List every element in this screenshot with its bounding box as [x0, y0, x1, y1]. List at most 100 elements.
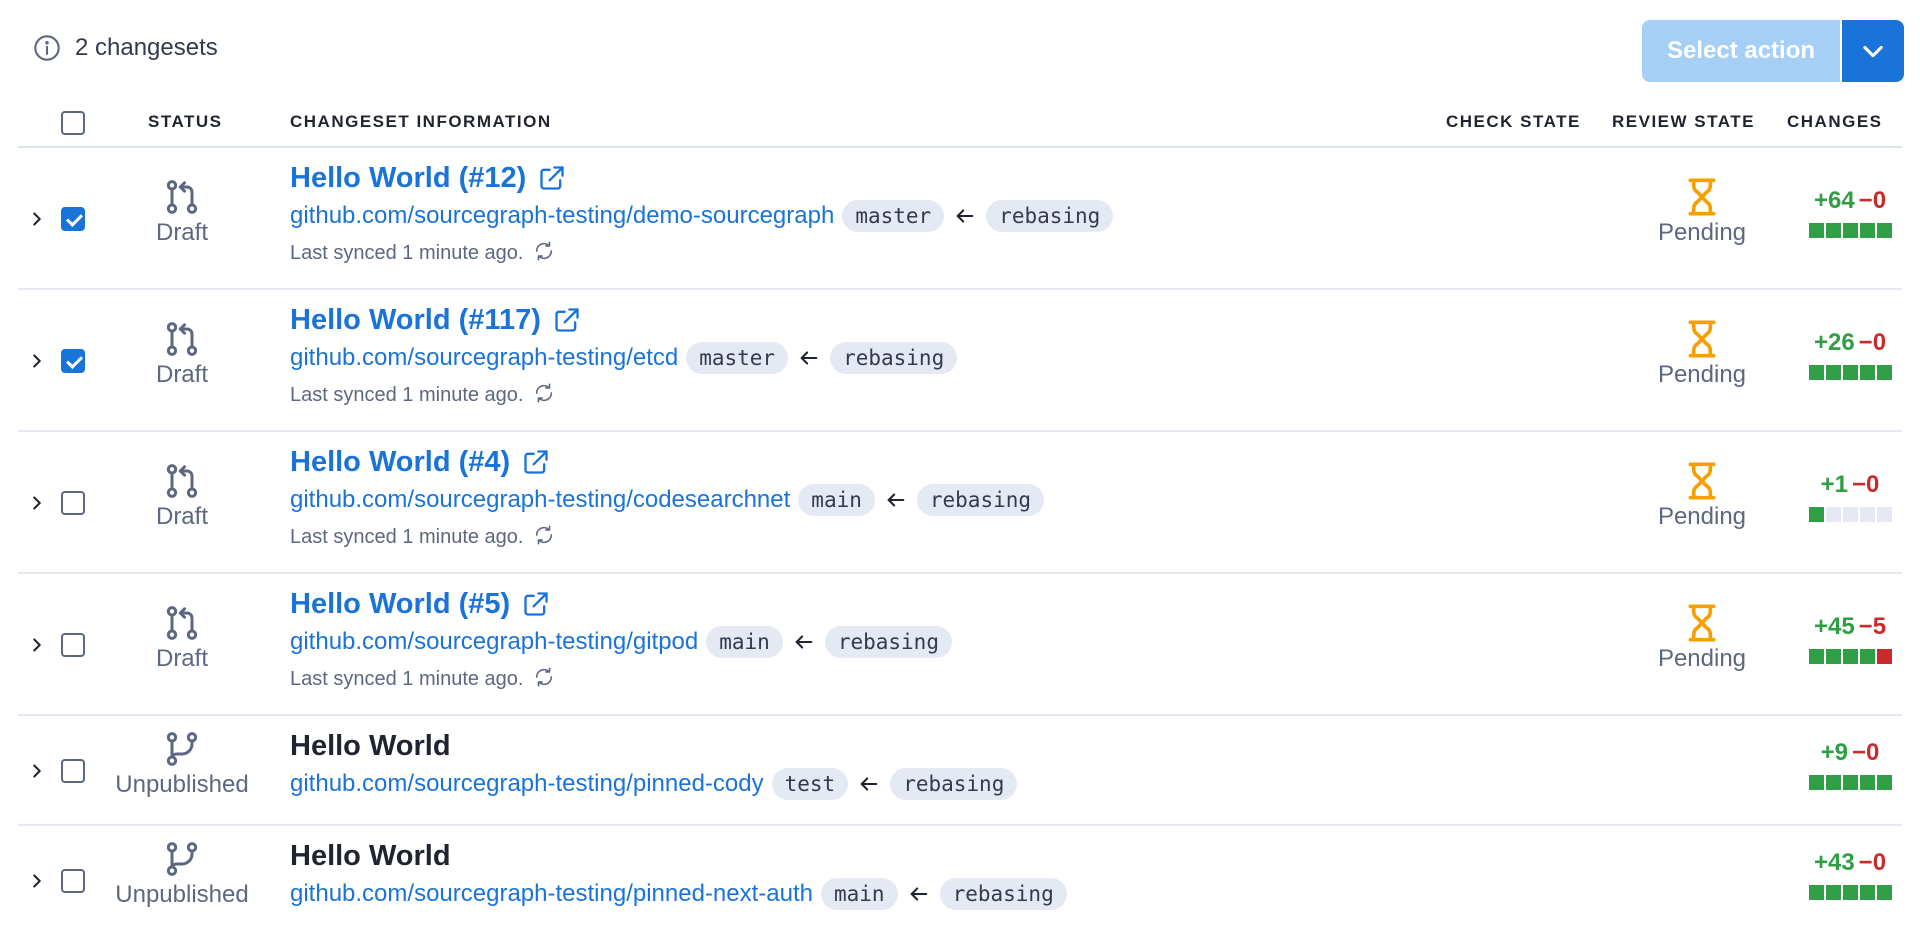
- changeset-title-link[interactable]: Hello World (#4): [290, 446, 510, 479]
- row-select-checkbox[interactable]: [61, 633, 85, 657]
- row-select-checkbox[interactable]: [61, 491, 85, 515]
- diff-stat-block-added: [1842, 365, 1858, 380]
- changeset-title-link[interactable]: Hello World (#117): [290, 304, 541, 337]
- repo-line: github.com/sourcegraph-testing/pinned-ne…: [290, 875, 1067, 913]
- expand-row-toggle[interactable]: [26, 208, 48, 230]
- changes-cell: +45 −5: [1798, 613, 1902, 664]
- expand-row-toggle[interactable]: [26, 634, 48, 656]
- status-label: Draft: [155, 219, 208, 246]
- lines-added: +64: [1813, 187, 1855, 214]
- repository-link[interactable]: github.com/sourcegraph-testing/pinned-co…: [290, 770, 764, 798]
- changeset-info: Hello World (#5) github.com/sourcegraph-t…: [290, 586, 952, 695]
- row-select-checkbox[interactable]: [61, 869, 85, 893]
- row-select-checkbox[interactable]: [61, 759, 85, 783]
- lines-removed: −0: [1858, 849, 1887, 876]
- repo-line: github.com/sourcegraph-testing/pinned-co…: [290, 765, 1018, 803]
- expand-row-toggle[interactable]: [26, 492, 48, 514]
- repo-line: github.com/sourcegraph-testing/demo-sour…: [290, 197, 1114, 235]
- chevron-right-icon: [33, 874, 41, 888]
- status-cell: Draft: [106, 461, 258, 531]
- chevron-right-icon: [33, 638, 41, 652]
- sync-status: Last synced 1 minute ago.: [290, 521, 1044, 553]
- title-line: Hello World (#117): [290, 302, 957, 338]
- head-branch-badge: rebasing: [830, 342, 958, 374]
- select-action-dropdown-toggle[interactable]: [1842, 20, 1904, 82]
- lines-added: +26: [1813, 329, 1855, 356]
- select-action-button[interactable]: Select action: [1642, 20, 1840, 82]
- select-action-group: Select action: [1642, 20, 1904, 82]
- info-icon: [34, 35, 60, 61]
- changeset-info: Hello World github.com/sourcegraph-testin…: [290, 728, 1018, 803]
- diff-stat-block-empty: [1876, 507, 1892, 522]
- base-branch-badge: main: [820, 878, 898, 910]
- repository-link[interactable]: github.com/sourcegraph-testing/pinned-ne…: [290, 880, 813, 908]
- selection-summary: 2 changesets: [33, 34, 218, 62]
- title-line: Hello World: [290, 728, 1017, 764]
- review-state-label: Pending: [1657, 645, 1747, 672]
- repository-link[interactable]: github.com/sourcegraph-testing/codesearc…: [290, 486, 790, 514]
- last-synced-text: Last synced 1 minute ago.: [290, 241, 524, 264]
- table-row: Draft Hello World (#5) github.com/sourcegr…: [18, 574, 1902, 716]
- diff-stat-block-added: [1825, 885, 1841, 900]
- head-branch-badge: rebasing: [986, 200, 1114, 232]
- expand-row-toggle[interactable]: [26, 350, 48, 372]
- changes-cell: +9 −0: [1798, 739, 1902, 790]
- sync-button[interactable]: [533, 666, 555, 693]
- status-cell: Draft: [106, 603, 258, 673]
- repository-link[interactable]: github.com/sourcegraph-testing/demo-sour…: [290, 202, 834, 230]
- repo-line: github.com/sourcegraph-testing/codesearc…: [290, 481, 1045, 519]
- table-row: Draft Hello World (#117) github.com/source…: [18, 290, 1902, 432]
- base-branch-badge: main: [798, 484, 875, 516]
- diff-stat-block-added: [1842, 649, 1858, 664]
- sync-button[interactable]: [533, 524, 555, 551]
- diff-stat-block-empty: [1859, 507, 1875, 522]
- diff-stat-block-added: [1825, 223, 1841, 238]
- repo-line: github.com/sourcegraph-testing/etcd maste…: [290, 339, 958, 377]
- chevron-down-icon: [1863, 45, 1883, 58]
- repository-link[interactable]: github.com/sourcegraph-testing/gitpod: [290, 628, 698, 656]
- sync-button[interactable]: [533, 382, 555, 409]
- table-header: STATUS CHANGESET INFORMATION CHECK STATE…: [18, 100, 1902, 148]
- column-header-changeset-information: CHANGESET INFORMATION: [290, 112, 552, 131]
- head-branch-badge: rebasing: [939, 878, 1067, 910]
- changeset-title-link[interactable]: Hello World (#5): [290, 588, 510, 621]
- diff-stat-block-added: [1808, 649, 1824, 664]
- status-cell: Draft: [106, 319, 258, 389]
- row-select-checkbox[interactable]: [61, 207, 85, 231]
- lines-removed: −0: [1852, 471, 1880, 498]
- pull-request-icon: [166, 606, 198, 640]
- repo-line: github.com/sourcegraph-testing/gitpod mai…: [290, 623, 952, 661]
- table-row: Draft Hello World (#12) github.com/sourceg…: [18, 148, 1902, 290]
- expand-row-toggle[interactable]: [26, 760, 48, 782]
- changes-summary: +1 −0: [1798, 471, 1902, 499]
- external-link-icon: [540, 166, 565, 190]
- diff-stat-block-added: [1825, 649, 1841, 664]
- diff-stat-block-added: [1859, 365, 1875, 380]
- diff-stat-bar: [1798, 507, 1902, 522]
- title-line: Hello World (#12): [290, 160, 1113, 196]
- changeset-title: Hello World: [290, 839, 451, 872]
- base-branch-badge: master: [686, 342, 789, 374]
- base-branch-badge: main: [706, 626, 783, 658]
- select-all-checkbox[interactable]: [61, 111, 85, 135]
- sync-button[interactable]: [533, 240, 555, 267]
- table-row: Unpublished Hello World github.com/sourceg…: [18, 716, 1902, 826]
- diff-stat-bar: [1798, 885, 1902, 900]
- repository-link[interactable]: github.com/sourcegraph-testing/etcd: [290, 344, 678, 372]
- sync-icon: [536, 382, 553, 403]
- diff-stat-block-added: [1808, 885, 1824, 900]
- column-header-review-state: REVIEW STATE: [1612, 112, 1755, 131]
- lines-removed: −0: [1858, 187, 1887, 214]
- changeset-title-link[interactable]: Hello World (#12): [290, 162, 526, 195]
- row-select-checkbox[interactable]: [61, 349, 85, 373]
- diff-stat-block-added: [1808, 223, 1824, 238]
- lines-added: +9: [1820, 739, 1848, 766]
- status-label: Unpublished: [115, 881, 249, 908]
- sync-status: Last synced 1 minute ago.: [290, 663, 952, 695]
- selected-count: 2 changesets: [75, 34, 218, 61]
- diff-stat-block-added: [1842, 775, 1858, 790]
- status-label: Draft: [155, 645, 208, 672]
- expand-row-toggle[interactable]: [26, 870, 48, 892]
- diff-stat-bar: [1798, 365, 1902, 380]
- review-state-cell: Pending: [1618, 319, 1786, 389]
